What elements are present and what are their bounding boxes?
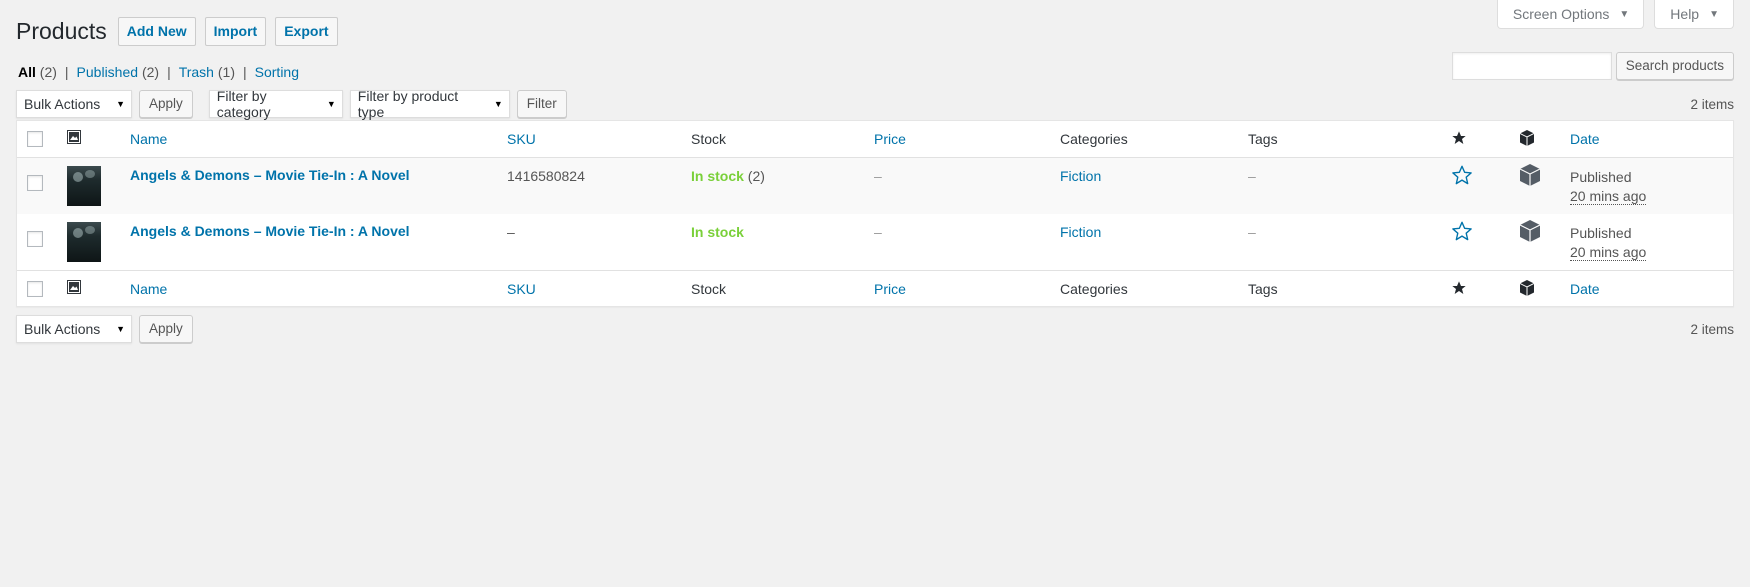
bulk-actions-select[interactable]: Bulk Actions ▼	[16, 90, 132, 118]
chevron-down-icon: ▼	[493, 99, 503, 109]
caret-down-icon: ▼	[1709, 8, 1719, 20]
import-button[interactable]: Import	[204, 17, 267, 46]
table-footer-row: Name SKU Stock Price Categories Tags Dat…	[17, 270, 1733, 306]
column-sku-footer[interactable]: SKU	[507, 281, 536, 297]
product-tags: –	[1248, 224, 1256, 240]
bulk-actions-select[interactable]: Bulk Actions ▼	[16, 315, 132, 343]
filter-button[interactable]: Filter	[516, 90, 567, 118]
search-box: Search products	[1451, 52, 1734, 80]
cube-icon	[1519, 280, 1535, 299]
cube-icon	[1519, 220, 1541, 245]
help-button[interactable]: Help ▼	[1654, 0, 1734, 29]
product-category-link[interactable]: Fiction	[1060, 224, 1101, 240]
product-stock: In stock (2)	[691, 168, 765, 184]
tablenav-bottom: Bulk Actions ▼ Apply 2 items	[16, 314, 1734, 344]
search-products-button[interactable]: Search products	[1615, 52, 1734, 80]
column-tags-footer: Tags	[1248, 281, 1278, 297]
view-separator: |	[64, 64, 69, 80]
product-price: –	[874, 224, 882, 240]
filter-product-type-label: Filter by product type	[357, 88, 459, 120]
view-all[interactable]: All (2)	[18, 64, 57, 80]
filter-category-select[interactable]: Filter by category ▼	[208, 88, 343, 120]
page-heading: Products Add New Import Export	[16, 17, 338, 46]
product-status: Published	[1570, 225, 1632, 241]
items-count: 2 items	[1690, 96, 1734, 112]
bulk-actions-label: Bulk Actions	[24, 321, 101, 337]
chevron-down-icon: ▼	[116, 324, 125, 334]
items-count: 2 items	[1690, 321, 1734, 337]
row-checkbox[interactable]	[27, 231, 43, 250]
column-name-footer[interactable]: Name	[130, 281, 167, 297]
select-all-checkbox[interactable]	[27, 281, 43, 300]
caret-down-icon: ▼	[1619, 8, 1630, 20]
view-separator: |	[167, 64, 171, 80]
table-row: Angels & Demons – Movie Tie-In : A Novel…	[17, 214, 1733, 270]
products-table: Name SKU Stock Price Categories Tags Dat…	[16, 120, 1734, 307]
product-status: Published	[1570, 169, 1632, 185]
view-separator: |	[243, 64, 247, 80]
product-thumbnail[interactable]	[67, 222, 101, 262]
table-row: Angels & Demons – Movie Tie-In : A Novel…	[17, 158, 1733, 214]
chevron-down-icon: ▼	[326, 99, 336, 109]
screen-options-label: Screen Options	[1512, 6, 1610, 22]
table-header-row: Name SKU Stock Price Categories Tags Dat…	[17, 121, 1733, 158]
column-stock-header: Stock	[691, 131, 727, 147]
screen-options-button[interactable]: Screen Options ▼	[1496, 0, 1645, 29]
product-category-link[interactable]: Fiction	[1060, 168, 1101, 184]
filter-category-label: Filter by category	[216, 88, 271, 120]
product-date: Published 20 mins ago	[1570, 224, 1647, 262]
page-title: Products	[16, 18, 107, 44]
column-price-header[interactable]: Price	[874, 131, 906, 147]
star-outline-icon[interactable]	[1451, 164, 1473, 189]
apply-button[interactable]: Apply	[139, 315, 193, 343]
screen-meta-links: Screen Options ▼ Help ▼	[1496, 0, 1734, 29]
product-name-link[interactable]: Angels & Demons – Movie Tie-In : A Novel	[130, 167, 410, 183]
column-price-footer[interactable]: Price	[874, 281, 906, 297]
product-date: Published 20 mins ago	[1570, 168, 1647, 206]
view-sorting[interactable]: Sorting	[255, 64, 299, 80]
help-label: Help	[1670, 6, 1700, 22]
column-categories-footer: Categories	[1060, 281, 1128, 297]
star-outline-icon[interactable]	[1451, 220, 1473, 245]
product-thumbnail[interactable]	[67, 166, 101, 206]
image-icon	[67, 130, 81, 147]
product-date-ago: 20 mins ago	[1570, 188, 1647, 205]
cube-icon	[1519, 164, 1541, 189]
export-button[interactable]: Export	[275, 17, 338, 46]
column-date-header[interactable]: Date	[1570, 131, 1600, 147]
add-new-button[interactable]: Add New	[117, 17, 196, 46]
tablenav-top: Bulk Actions ▼ Apply Filter by category …	[16, 88, 1734, 120]
product-sku: 1416580824	[507, 168, 585, 184]
star-filled-icon[interactable]	[1451, 280, 1467, 299]
product-stock: In stock	[691, 224, 744, 240]
bulk-actions-label: Bulk Actions	[24, 96, 101, 112]
cube-icon	[1519, 130, 1535, 149]
status-views: All (2) | Published (2) | Trash (1) | So…	[18, 64, 299, 80]
view-published[interactable]: Published (2)	[77, 64, 160, 80]
product-sku: –	[507, 224, 515, 240]
select-all-checkbox[interactable]	[27, 131, 43, 150]
filter-product-type-select[interactable]: Filter by product type ▼	[349, 88, 510, 120]
view-trash[interactable]: Trash (1)	[179, 64, 235, 80]
product-date-ago: 20 mins ago	[1570, 244, 1647, 261]
column-tags-header: Tags	[1248, 131, 1278, 147]
product-tags: –	[1248, 168, 1256, 184]
image-icon	[67, 280, 81, 297]
search-input[interactable]	[1451, 52, 1612, 80]
column-date-footer[interactable]: Date	[1570, 281, 1600, 297]
column-stock-footer: Stock	[691, 281, 727, 297]
product-name-link[interactable]: Angels & Demons – Movie Tie-In : A Novel	[130, 223, 410, 239]
apply-button[interactable]: Apply	[139, 90, 193, 118]
star-filled-icon[interactable]	[1451, 130, 1467, 149]
column-sku-header[interactable]: SKU	[507, 131, 536, 147]
chevron-down-icon: ▼	[116, 99, 125, 109]
column-categories-header: Categories	[1060, 131, 1128, 147]
row-checkbox[interactable]	[27, 175, 43, 194]
product-price: –	[874, 168, 882, 184]
column-name-header[interactable]: Name	[130, 131, 167, 147]
